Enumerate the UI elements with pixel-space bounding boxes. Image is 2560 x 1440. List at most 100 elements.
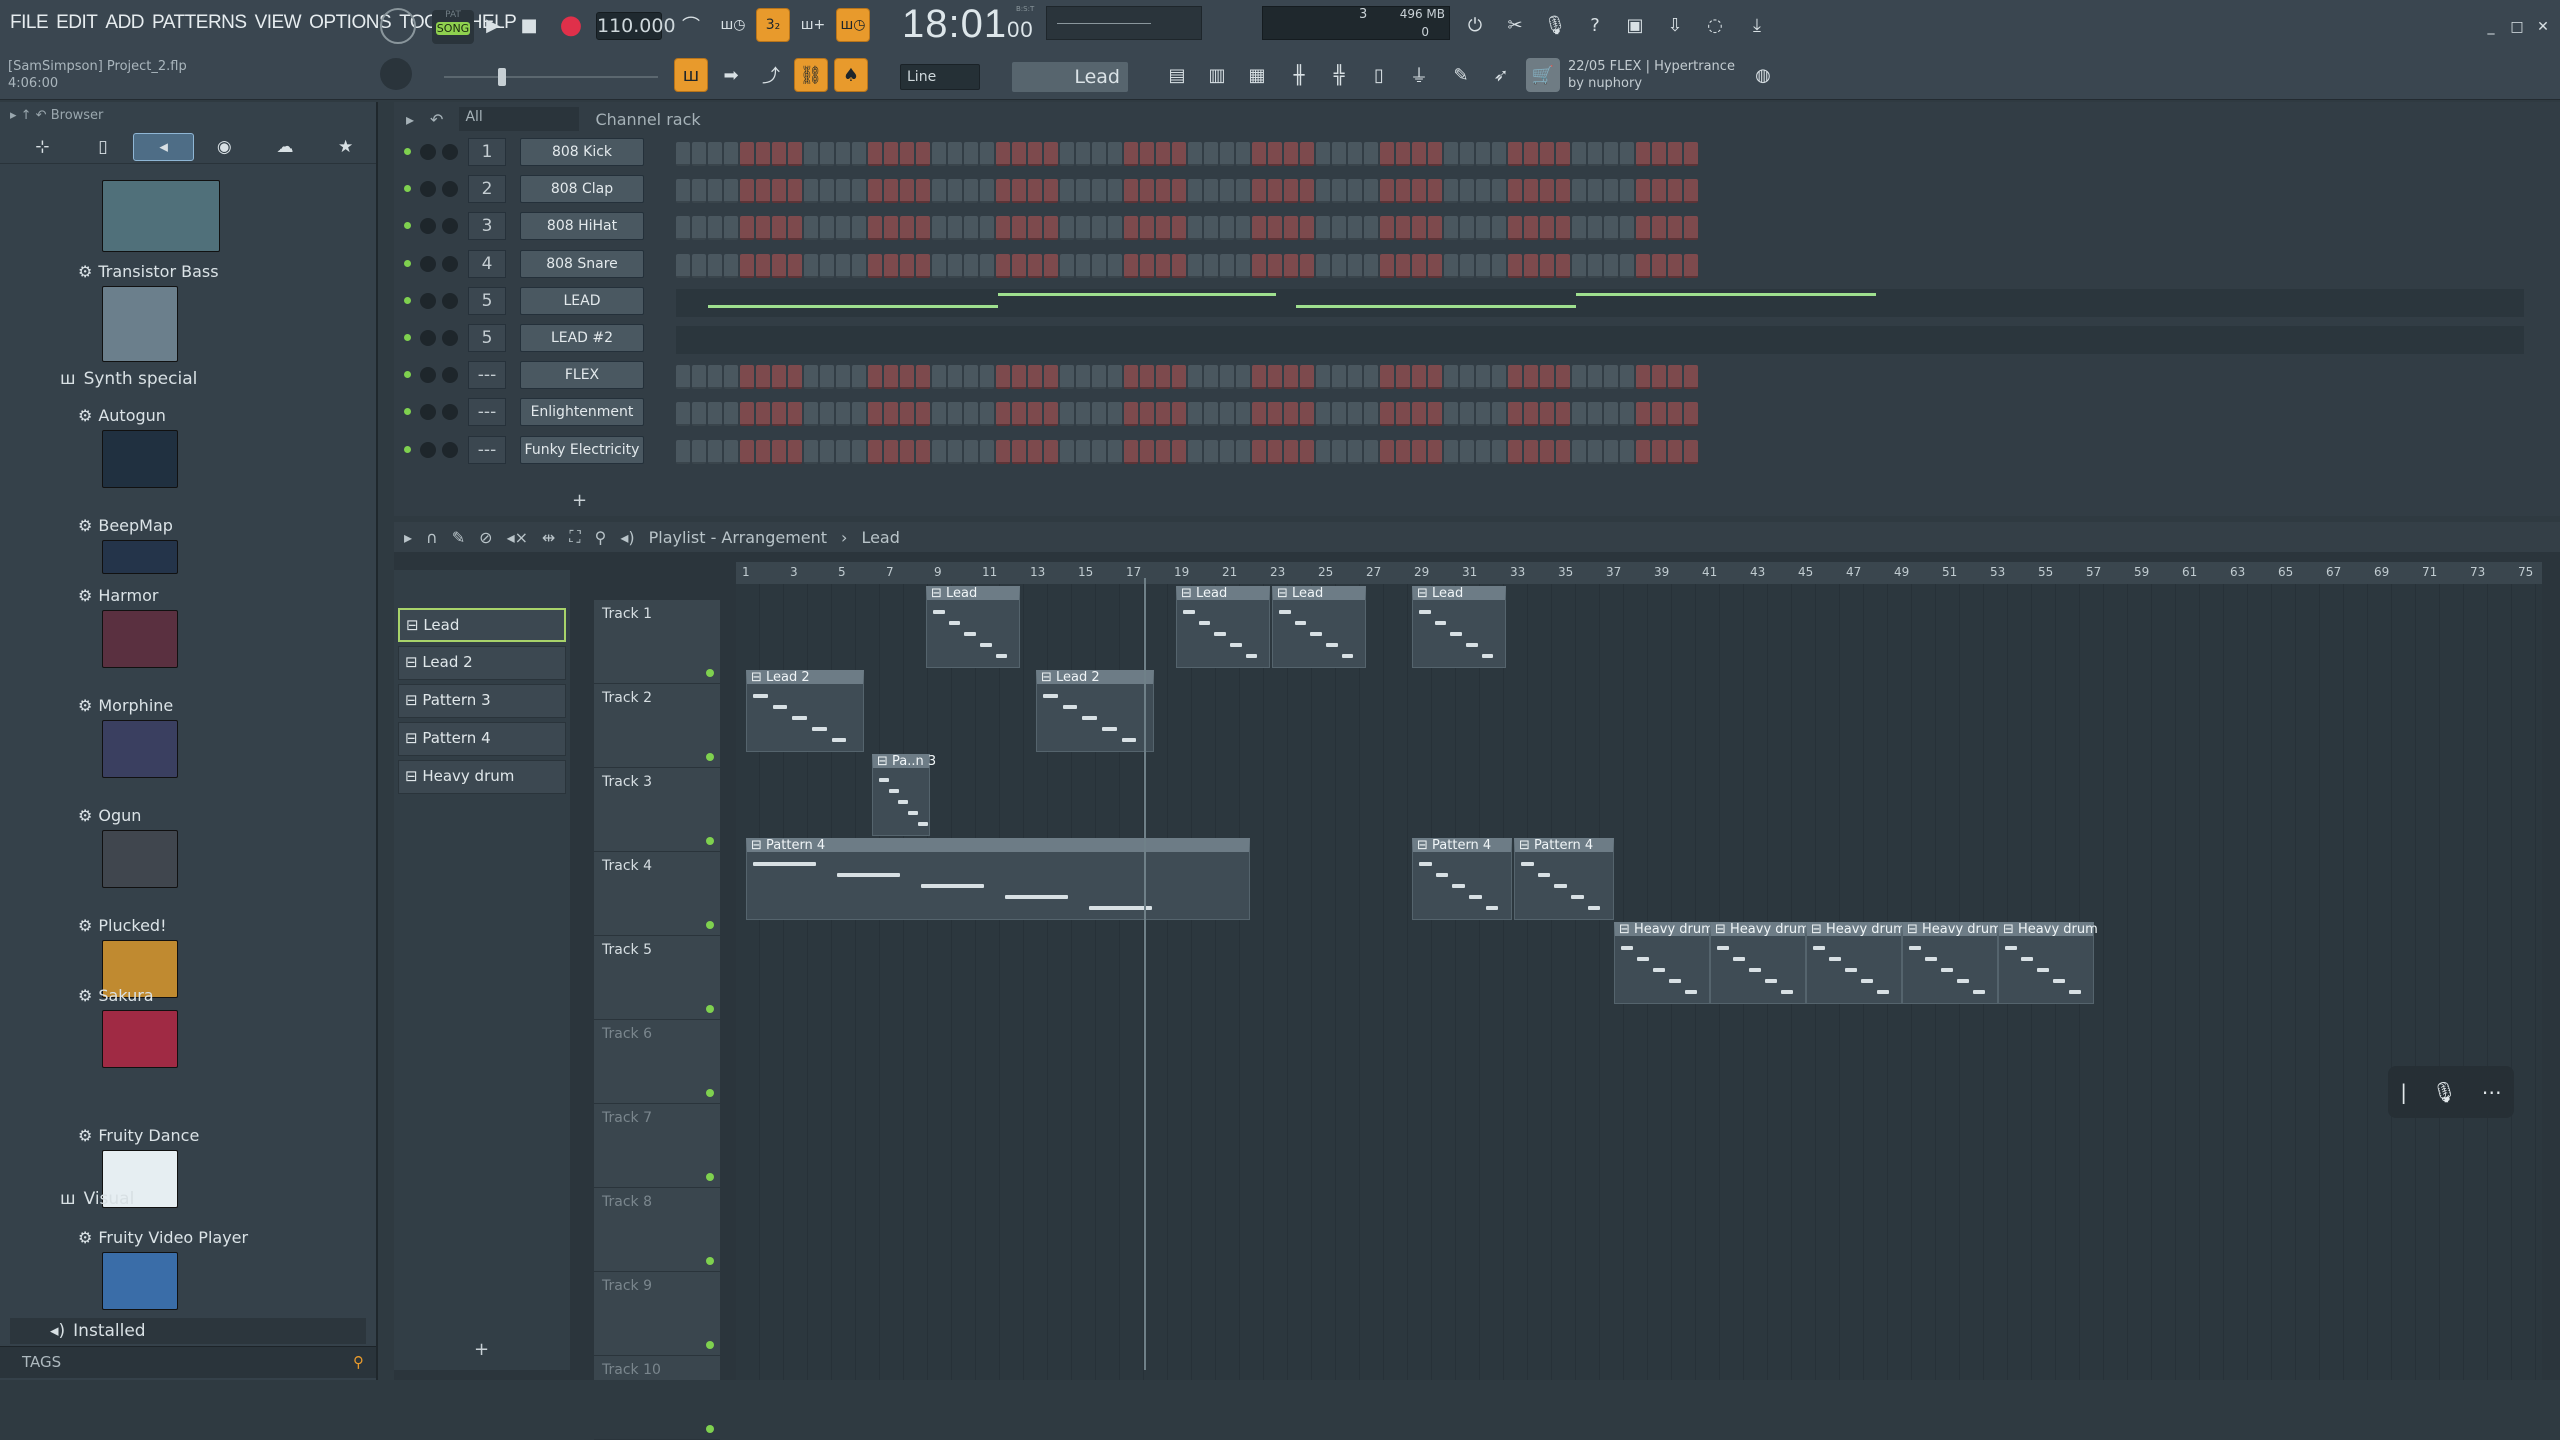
playhead[interactable] (1144, 578, 1146, 1370)
channel-led[interactable] (404, 259, 411, 267)
step-sequencer[interactable] (676, 179, 1698, 204)
step-sequencer[interactable] (676, 142, 1698, 166)
channel-name-button[interactable]: FLEX (520, 361, 644, 390)
tab-cloud-icon[interactable]: ☁ (255, 133, 316, 161)
channel-mixer-track[interactable]: 2 (468, 175, 506, 204)
cut-icon[interactable]: ✂ (1498, 8, 1532, 42)
channel-led[interactable] (404, 222, 411, 230)
tab-all-icon[interactable]: ⊹ (12, 133, 73, 161)
channel-filter[interactable]: All (459, 107, 580, 131)
plugin-item[interactable]: ⚙ Ogun (78, 806, 141, 825)
file-icon[interactable]: ▯ (1362, 58, 1396, 92)
playlist-clip[interactable]: ⊟ Pattern 4 (746, 838, 1250, 920)
channel-rack-icon[interactable]: ▦ (1240, 58, 1274, 92)
mixer-icon[interactable]: ▤ (1160, 58, 1194, 92)
chat-icon[interactable]: ◌ (1698, 8, 1732, 42)
pattern-item[interactable]: ⊟ Lead 2 (398, 646, 566, 680)
step-sequencer[interactable] (676, 253, 1698, 278)
master-volume-knob[interactable] (380, 8, 416, 44)
step-sequencer[interactable] (676, 439, 1698, 464)
channel-mixer-track[interactable]: --- (468, 361, 506, 390)
track-header[interactable]: Track 1 (594, 600, 720, 684)
wait-input-icon[interactable]: ш◷ (716, 8, 750, 42)
playlist-clip[interactable]: ⊟ Lead (926, 586, 1020, 668)
channel-name-button[interactable]: 808 Kick (520, 138, 644, 166)
volume-knob[interactable] (442, 218, 458, 235)
download-icon[interactable]: ⤓ (1740, 8, 1774, 42)
save-icon[interactable]: ▣ (1618, 8, 1652, 42)
rack-menu-icon[interactable]: ▸ (406, 110, 414, 129)
export-icon[interactable]: ⇩ (1658, 8, 1692, 42)
playlist-clip[interactable]: ⊟ Lead (1176, 586, 1270, 668)
mini-piano-roll[interactable] (676, 288, 2524, 317)
text-cursor-icon[interactable]: | (2400, 1080, 2407, 1104)
magnet-icon[interactable]: ∩ (426, 528, 438, 547)
plugin-item[interactable]: ⚙ Fruity Dance (78, 1126, 199, 1145)
search-icon[interactable]: ⚲ (353, 1353, 364, 1371)
plug-icon[interactable]: ⏚ (1402, 58, 1436, 92)
tempo-display[interactable]: 110.000 (596, 12, 676, 40)
volume-knob[interactable] (442, 367, 458, 384)
pat-song-toggle[interactable]: PAT SONG (432, 10, 474, 44)
pan-knob[interactable] (420, 218, 436, 235)
playback-icon[interactable]: ◂) (620, 528, 634, 547)
channel-led[interactable] (404, 445, 411, 453)
channel-mixer-track[interactable]: 5 (468, 324, 506, 352)
stop-button[interactable]: ■ (512, 8, 546, 42)
plugin-item[interactable]: ⚙ Sakura (78, 986, 154, 1005)
channel-mixer-track[interactable]: --- (468, 435, 506, 464)
track-led[interactable] (706, 669, 714, 677)
track-header[interactable]: Track 7 (594, 1104, 720, 1188)
track-header[interactable]: Track 8 (594, 1188, 720, 1272)
track-header[interactable]: Track 10 (594, 1356, 720, 1440)
step-sequencer[interactable] (676, 216, 1698, 241)
volume-knob[interactable] (442, 255, 458, 272)
channel-name-button[interactable]: 808 HiHat (520, 212, 644, 241)
loop-record-icon[interactable]: ш◷ (836, 8, 870, 42)
help-icon[interactable]: ? (1578, 8, 1612, 42)
pan-knob[interactable] (420, 292, 436, 309)
track-led[interactable] (706, 1425, 714, 1433)
arrangement-grid[interactable]: ⊟ Lead ⊟ Lead ⊟ Lead ⊟ Lead ⊟ Lead 2 ⊟ Lead 2… (736, 584, 2542, 1380)
volume-knob[interactable] (442, 181, 458, 198)
volume-knob[interactable] (442, 330, 458, 346)
plugin-item[interactable]: ⚙ BeepMap (78, 516, 173, 535)
volume-knob[interactable] (442, 292, 458, 309)
brush-icon[interactable]: ⤴ (754, 58, 788, 92)
menu-view[interactable]: VIEW (251, 12, 306, 34)
playlist-clip[interactable]: ⊟ Heavy drum (1806, 922, 1906, 1004)
pattern-item[interactable]: ⊟ Pattern 4 (398, 722, 566, 756)
select-icon[interactable]: ⛶ (569, 527, 580, 547)
microphone-icon[interactable]: 🎙 (2432, 1080, 2457, 1104)
pan-knob[interactable] (420, 441, 436, 458)
mini-piano-roll[interactable] (676, 326, 2524, 354)
close-icon[interactable]: ✕ (2526, 10, 2560, 44)
track-header[interactable]: Track 9 (594, 1272, 720, 1356)
volume-knob[interactable] (442, 144, 458, 160)
folder-synth-special[interactable]: ш Synth special (20, 366, 376, 392)
tab-files-icon[interactable]: ▯ (73, 133, 134, 161)
routing-icon[interactable]: ╬ (1322, 58, 1356, 92)
rack-undo-icon[interactable]: ↶ (430, 110, 443, 129)
typing-keyboard-icon[interactable]: ♠ (834, 58, 868, 92)
globe-icon[interactable]: ◍ (1746, 58, 1780, 92)
mute-icon[interactable]: ◂× (507, 528, 528, 547)
track-led[interactable] (706, 1341, 714, 1349)
track-led[interactable] (706, 1089, 714, 1097)
step-sequencer[interactable] (676, 365, 1698, 390)
channel-name-button[interactable]: LEAD #2 (520, 324, 644, 352)
track-led[interactable] (706, 1257, 714, 1265)
tab-sounds-icon[interactable]: ◉ (194, 133, 255, 161)
tab-plugins-icon[interactable]: ◂ (133, 132, 195, 161)
channel-name-button[interactable]: 808 Clap (520, 175, 644, 204)
playlist-clip[interactable]: ⊟ Heavy drum (1998, 922, 2098, 1004)
playlist-clip[interactable]: ⊟ Heavy drum (1902, 922, 2002, 1004)
bird-icon[interactable]: ➶ (1484, 58, 1518, 92)
menu-edit[interactable]: EDIT (52, 12, 101, 34)
record-button[interactable]: ● (554, 8, 588, 42)
pan-knob[interactable] (420, 255, 436, 272)
track-led[interactable] (706, 1173, 714, 1181)
plugin-item[interactable]: ⚙ Plucked! (78, 916, 166, 935)
channel-mixer-track[interactable]: 4 (468, 249, 506, 278)
playlist-clip[interactable]: ⊟ Lead 2 (746, 670, 864, 752)
